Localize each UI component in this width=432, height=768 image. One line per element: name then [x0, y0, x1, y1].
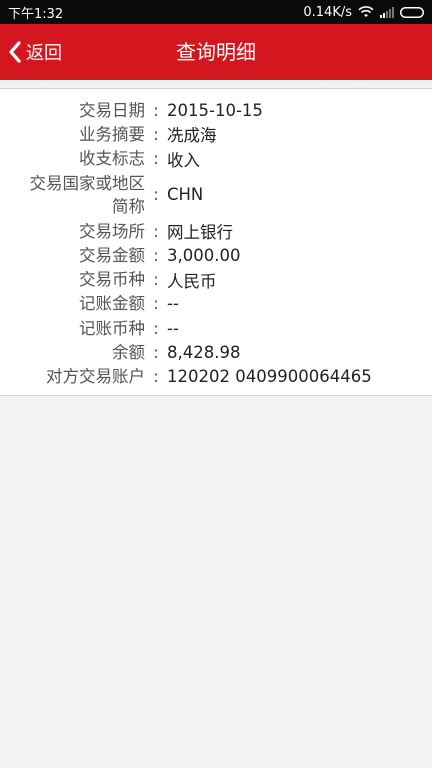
page-title: 查询明细 — [176, 40, 256, 64]
row-label: 记账币种 — [79, 318, 145, 338]
row-separator: : — [153, 270, 159, 290]
row-label: 余额 — [112, 343, 145, 363]
row-value: 收入 — [167, 150, 200, 170]
detail-row-counterparty-account: 对方交易账户 : 120202 0409900064465 — [0, 365, 432, 389]
row-label-line2: 简称 — [112, 196, 145, 216]
row-separator: : — [153, 294, 159, 314]
row-value: 8,428.98 — [167, 343, 241, 363]
detail-row-summary: 业务摘要 : 冼成海 — [0, 122, 432, 146]
back-label: 返回 — [26, 43, 62, 64]
row-value: 网上银行 — [167, 223, 233, 243]
row-label: 对方交易账户 — [46, 367, 145, 387]
row-label: 交易国家或地区 简称 — [0, 172, 146, 218]
row-separator: : — [153, 100, 159, 120]
detail-row-currency: 交易币种 : 人民币 — [0, 267, 432, 291]
detail-row-venue: 交易场所 : 网上银行 — [0, 219, 432, 243]
row-label: 收支标志 — [79, 149, 145, 169]
network-speed: 0.14K/s — [303, 4, 352, 20]
row-separator: : — [153, 124, 159, 144]
detail-row-country: 交易国家或地区 简称 : CHN — [0, 171, 432, 219]
detail-row-flow-flag: 收支标志 : 收入 — [0, 147, 432, 171]
detail-row-amount: 交易金额 : 3,000.00 — [0, 243, 432, 267]
row-label-line1: 交易国家或地区 — [29, 173, 146, 193]
row-separator: : — [153, 185, 159, 205]
row-label: 交易日期 — [79, 100, 145, 120]
detail-row-booked-amount: 记账金额 : -- — [0, 292, 432, 316]
row-separator: : — [153, 245, 159, 265]
row-label: 交易金额 — [79, 245, 145, 265]
row-value: 人民币 — [167, 271, 217, 291]
row-value: -- — [167, 294, 179, 314]
chevron-left-icon — [9, 41, 21, 63]
back-button[interactable]: 返回 — [8, 24, 62, 80]
battery-icon — [400, 6, 424, 18]
row-label: 记账金额 — [79, 294, 145, 314]
status-time: 下午1:32 — [8, 6, 64, 22]
detail-row-balance: 余额 : 8,428.98 — [0, 340, 432, 364]
transaction-detail-card: 交易日期 : 2015-10-15 业务摘要 : 冼成海 收支标志 : 收入 交… — [0, 88, 432, 396]
wifi-icon — [358, 6, 374, 17]
row-value: 2015-10-15 — [167, 100, 263, 120]
row-value: 3,000.00 — [167, 245, 241, 265]
row-value: 120202 0409900064465 — [167, 367, 372, 387]
row-separator: : — [153, 221, 159, 241]
status-bar: 下午1:32 0.14K/s — [0, 0, 432, 24]
status-indicators: 0.14K/s — [303, 5, 424, 20]
row-separator: : — [153, 149, 159, 169]
row-separator: : — [153, 318, 159, 338]
row-value: 冼成海 — [167, 126, 217, 146]
navigation-bar: 返回 查询明细 — [0, 24, 432, 80]
row-label: 业务摘要 — [79, 124, 145, 144]
row-label: 交易场所 — [79, 221, 145, 241]
detail-row-date: 交易日期 : 2015-10-15 — [0, 98, 432, 122]
row-value: CHN — [167, 185, 204, 205]
row-label: 交易币种 — [79, 270, 145, 290]
signal-icon — [380, 6, 394, 18]
row-separator: : — [153, 343, 159, 363]
row-value: -- — [167, 318, 179, 338]
detail-row-booked-currency: 记账币种 : -- — [0, 316, 432, 340]
row-separator: : — [153, 367, 159, 387]
